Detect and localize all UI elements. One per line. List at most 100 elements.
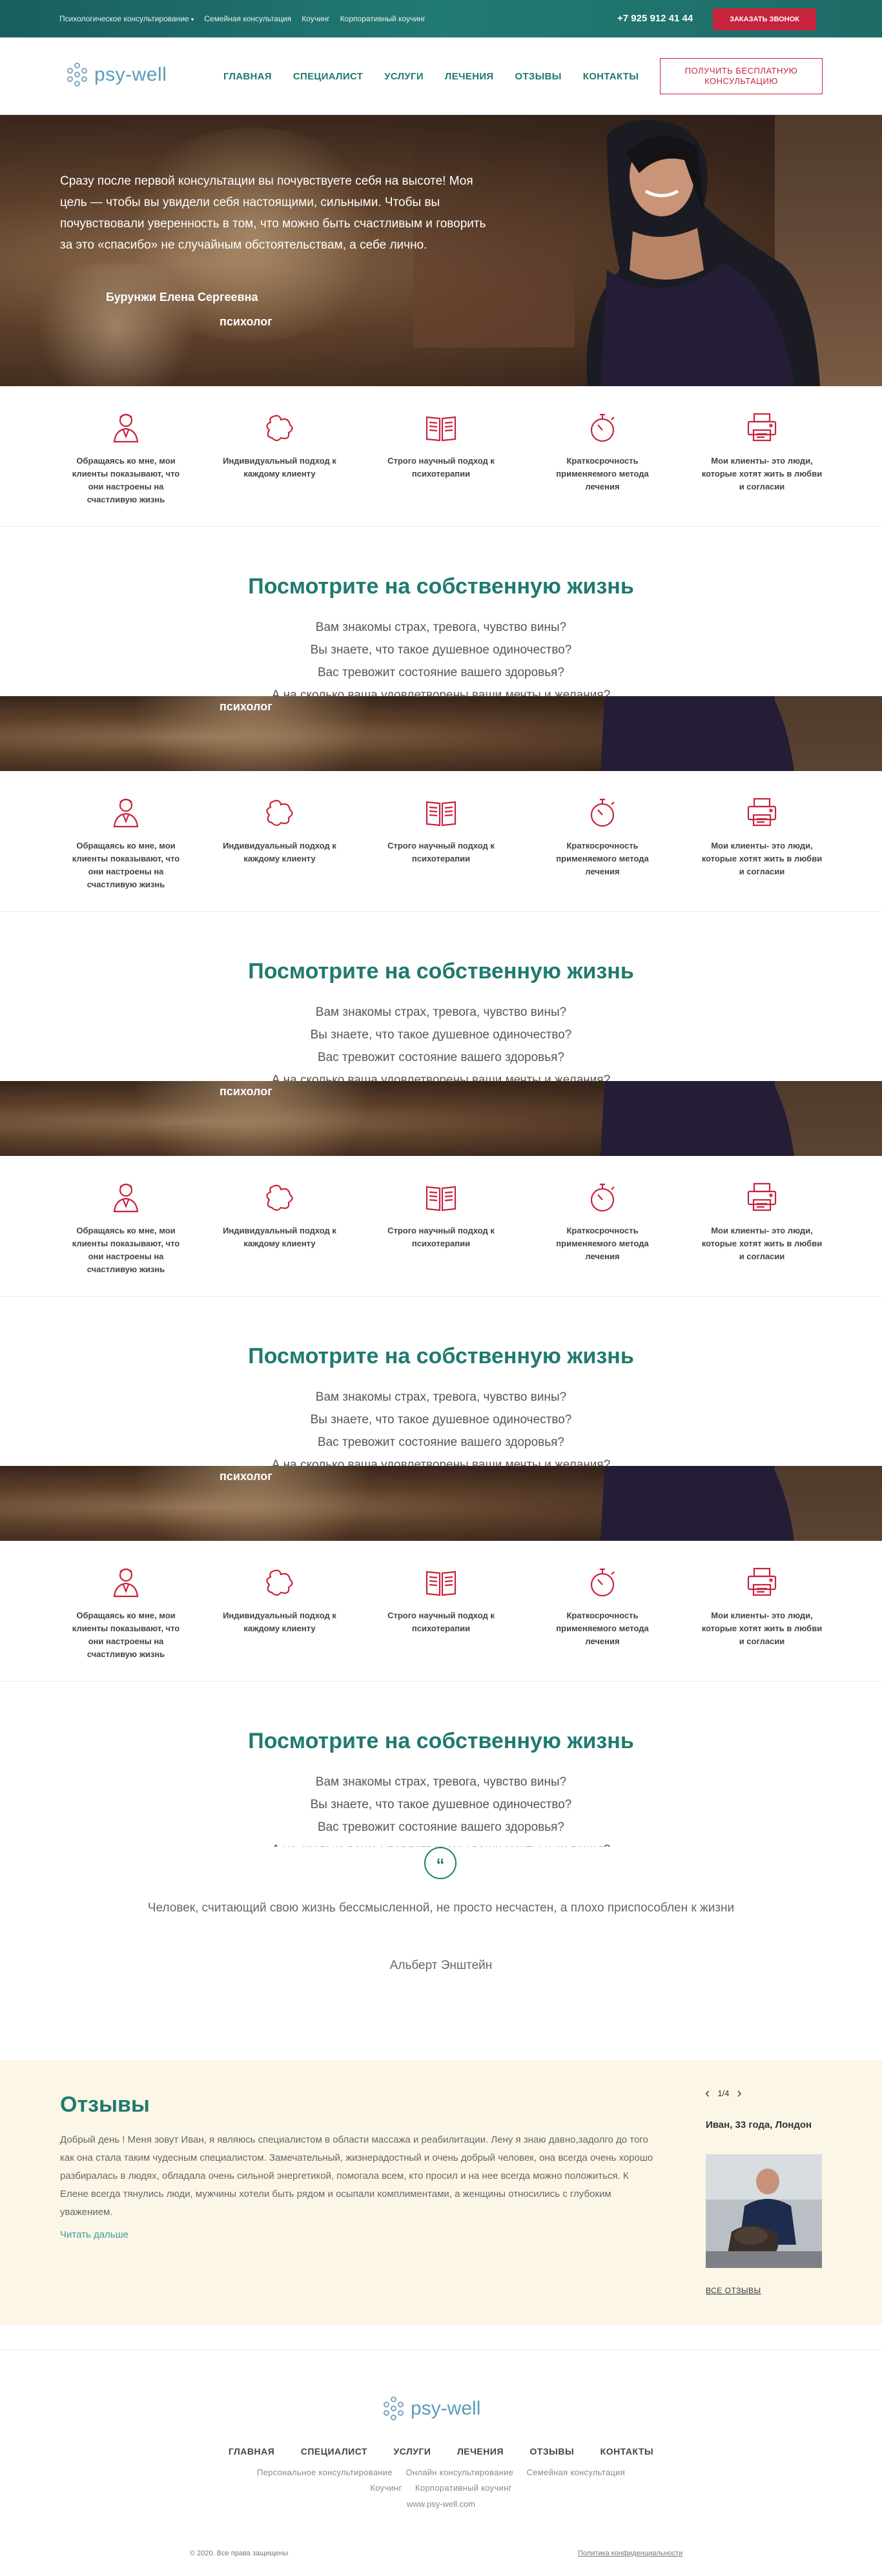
all-reviews-link[interactable]: ВСЕ ОТЗЫВЫ	[706, 2286, 761, 2295]
printer-icon	[747, 798, 777, 827]
stopwatch-icon	[590, 1183, 615, 1212]
feature-item: Строго научный подход к психотерапии	[380, 386, 502, 480]
psychologist-photo	[600, 1466, 794, 1541]
reviewer-name: Иван, 33 года, Лондон	[706, 2119, 812, 2130]
person-icon	[113, 1568, 139, 1598]
footer-nav-reviews[interactable]: ОТЗЫВЫ	[529, 2446, 574, 2457]
footer-nav-contacts[interactable]: КОНТАКТЫ	[600, 2446, 653, 2457]
lookup-section: Посмотрите на собственную жизнь Вам знак…	[0, 1682, 882, 1851]
logo-dots-icon	[65, 62, 90, 88]
nav-reviews[interactable]: ОТЗЫВЫ	[515, 71, 562, 82]
hero-quote: Сразу после первой консультации вы почув…	[60, 174, 486, 252]
psychologist-photo	[600, 1081, 794, 1156]
footer-link-family[interactable]: Семейная консультация	[527, 2468, 626, 2477]
nav-specialist[interactable]: СПЕЦИАЛИСТ	[293, 71, 363, 82]
chevron-down-icon: ▾	[190, 16, 194, 23]
psychologist-photo	[600, 696, 794, 771]
footer-services-2: Коучинг Корпоративный коучинг	[0, 2482, 882, 2494]
question-line: А на сколько ваша удовлетворены ваши меч…	[271, 1458, 611, 1466]
top-link-coaching[interactable]: Коучинг	[302, 14, 330, 23]
top-link-family[interactable]: Семейная консультация	[204, 14, 291, 23]
chevron-left-icon[interactable]: ‹	[705, 2085, 710, 2101]
book-icon	[426, 1186, 456, 1211]
footer-nav-home[interactable]: ГЛАВНАЯ	[229, 2446, 274, 2457]
book-icon	[426, 801, 456, 827]
top-link-label: Психологическое консультирование	[59, 14, 189, 23]
feature-item: Обращаясь ко мне, мои клиенты показывают…	[65, 1156, 187, 1276]
footer-nav: ГЛАВНАЯ СПЕЦИАЛИСТ УСЛУГИ ЛЕЧЕНИЯ ОТЗЫВЫ…	[0, 2446, 882, 2458]
footer-logo[interactable]: psy-well	[381, 2396, 480, 2422]
lookup-section: Посмотрите на собственную жизнь Вам знак…	[0, 1297, 882, 1466]
footer-services: Персональное консультирование Онлайн кон…	[0, 2467, 882, 2478]
feature-text: Индивидуальный подход к каждому клиенту	[223, 456, 336, 479]
top-link-psych-consulting[interactable]: Психологическое консультирование ▾	[59, 14, 194, 23]
hero-banner: Сразу после первой консультации вы почув…	[0, 115, 882, 386]
nav-treatments[interactable]: ЛЕЧЕНИЯ	[445, 71, 494, 82]
features-row: Обращаясь ко мне, мои клиенты показывают…	[0, 771, 882, 912]
question-line: Вас тревожит состояние вашего здоровья?	[317, 1051, 564, 1064]
footer-link-online[interactable]: Онлайн консультирование	[405, 2468, 513, 2477]
feature-item: Индивидуальный подход к каждому клиенту	[218, 386, 341, 480]
feature-text: Индивидуальный подход к каждому клиенту	[223, 1611, 336, 1633]
feature-item: Мои клиенты- это люди, которые хотят жит…	[701, 386, 823, 493]
footer-link-coaching[interactable]: Коучинг	[370, 2483, 402, 2493]
logo-text: psy-well	[411, 2398, 481, 2419]
footer-nav-services[interactable]: УСЛУГИ	[393, 2446, 431, 2457]
hero-author: Бурунжи Елена Сергеевна	[106, 291, 258, 304]
feature-text: Мои клиенты- это люди, которые хотят жит…	[701, 841, 823, 876]
hero-banner-repeat: психолог	[0, 1466, 882, 1541]
section-title: Посмотрите на собственную жизнь	[248, 574, 634, 599]
logo[interactable]: psy-well	[65, 62, 167, 88]
feature-item: Индивидуальный подход к каждому клиенту	[218, 1156, 341, 1250]
main-nav: ГЛАВНАЯ СПЕЦИАЛИСТ УСЛУГИ ЛЕЧЕНИЯ ОТЗЫВЫ…	[223, 71, 660, 82]
feature-item: Краткосрочность применяемого метода лече…	[541, 386, 664, 493]
feature-text: Строго научный подход к психотерапии	[387, 456, 495, 479]
question-line: Вас тревожит состояние вашего здоровья?	[317, 1820, 564, 1834]
review-pager: ‹ 1/4 ›	[705, 2085, 750, 2101]
hero-role: психолог	[220, 1470, 272, 1483]
question-line: Вас тревожит состояние вашего здоровья?	[317, 1436, 564, 1449]
nav-services[interactable]: УСЛУГИ	[384, 71, 424, 82]
footer-site-url[interactable]: www.psy-well.com	[0, 2499, 882, 2509]
printer-icon	[747, 1182, 777, 1211]
feature-text: Обращаясь ко мне, мои клиенты показывают…	[72, 1226, 180, 1274]
book-icon	[426, 416, 456, 442]
chevron-right-icon[interactable]: ›	[737, 2085, 741, 2101]
footer-divider	[0, 2349, 882, 2350]
feature-text: Краткосрочность применяемого метода лече…	[556, 1226, 649, 1261]
feature-item: Мои клиенты- это люди, которые хотят жит…	[701, 771, 823, 878]
hero-banner-repeat: психолог	[0, 1081, 882, 1156]
psychologist-photo	[586, 119, 820, 386]
footer-nav-specialist[interactable]: СПЕЦИАЛИСТ	[301, 2446, 367, 2457]
person-icon	[113, 798, 139, 828]
question-line: А на сколько ваша удовлетворены ваши меч…	[271, 688, 611, 696]
top-link-corporate[interactable]: Корпоративный коучинг	[340, 14, 426, 23]
feature-text: Индивидуальный подход к каждому клиенту	[223, 841, 336, 863]
feature-item: Краткосрочность применяемого метода лече…	[541, 771, 664, 878]
reviewer-photo	[706, 2154, 822, 2268]
nav-contacts[interactable]: КОНТАКТЫ	[583, 71, 639, 82]
footer-link-corporate[interactable]: Корпоративный коучинг	[415, 2483, 512, 2493]
callback-button[interactable]: ЗАКАЗАТЬ ЗВОНОК	[713, 8, 816, 30]
feature-item: Мои клиенты- это люди, которые хотят жит…	[701, 1541, 823, 1648]
features-row: Обращаясь ко мне, мои клиенты показывают…	[0, 1541, 882, 1682]
feature-text: Мои клиенты- это люди, которые хотят жит…	[701, 456, 823, 491]
privacy-policy-link[interactable]: Политика конфиденциальности	[578, 2550, 682, 2557]
feature-item: Строго научный подход к психотерапии	[380, 1541, 502, 1635]
stopwatch-icon	[590, 798, 615, 827]
feature-text: Обращаясь ко мне, мои клиенты показывают…	[72, 841, 180, 889]
copyright: © 2020. Все права защищены	[190, 2550, 289, 2557]
section-title: Посмотрите на собственную жизнь	[248, 959, 634, 984]
review-page-indicator: 1/4	[717, 2088, 730, 2098]
feature-text: Индивидуальный подход к каждому клиенту	[223, 1226, 336, 1248]
puzzle-icon	[266, 1569, 293, 1596]
feature-text: Обращаясь ко мне, мои клиенты показывают…	[72, 1611, 180, 1659]
feature-item: Обращаясь ко мне, мои клиенты показывают…	[65, 1541, 187, 1661]
phone-number[interactable]: +7 925 912 41 44	[617, 13, 693, 24]
read-more-link[interactable]: Читать дальше	[60, 2229, 128, 2240]
free-consultation-button[interactable]: ПОЛУЧИТЬ БЕСПЛАТНУЮ КОНСУЛЬТАЦИЮ	[660, 58, 823, 94]
feature-item: Краткосрочность применяемого метода лече…	[541, 1156, 664, 1263]
footer-link-personal[interactable]: Персональное консультирование	[257, 2468, 393, 2477]
nav-home[interactable]: ГЛАВНАЯ	[223, 71, 272, 82]
footer-nav-treatments[interactable]: ЛЕЧЕНИЯ	[457, 2446, 504, 2457]
